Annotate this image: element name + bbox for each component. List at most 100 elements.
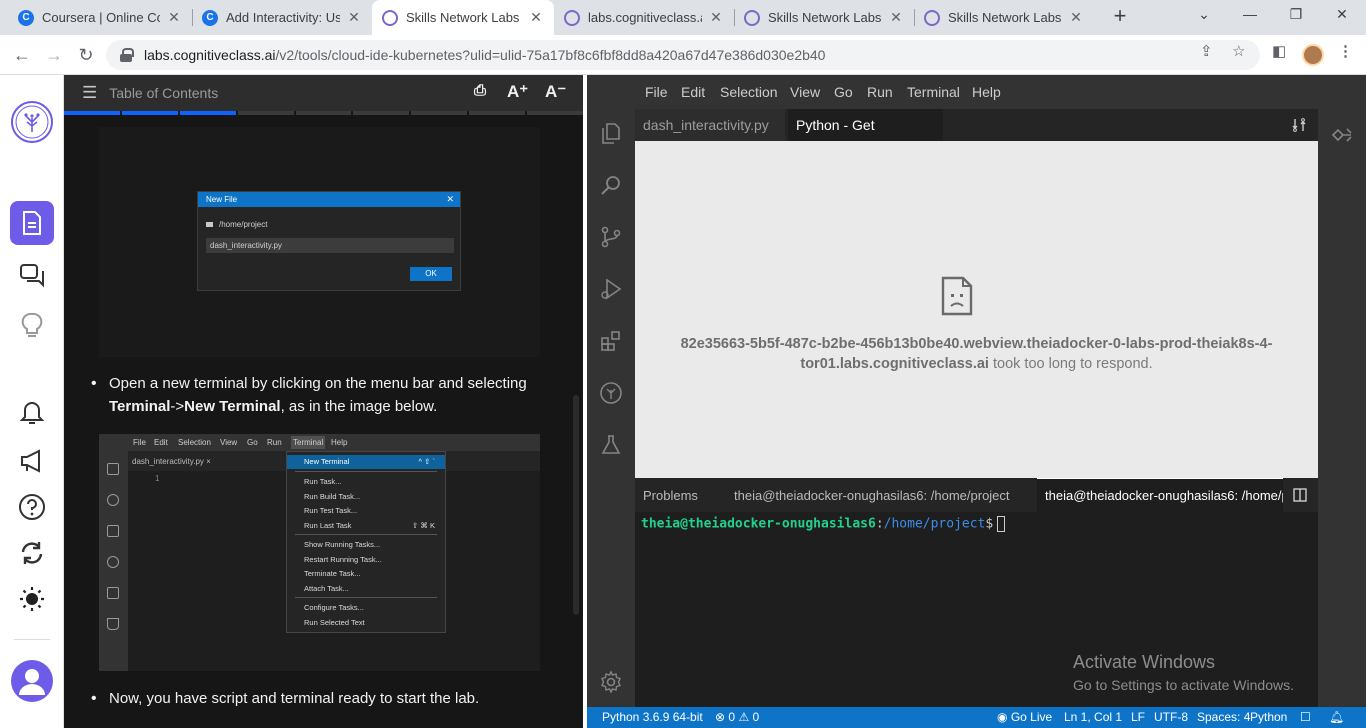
- lightbulb-icon[interactable]: [12, 306, 52, 346]
- search-icon[interactable]: [599, 173, 623, 197]
- menu-terminal[interactable]: Terminal: [907, 84, 960, 100]
- forward-arrow-icon[interactable]: →: [42, 43, 66, 67]
- refresh-sync-icon[interactable]: [12, 533, 52, 573]
- close-icon[interactable]: ✕: [1068, 9, 1084, 26]
- settings-gear-icon[interactable]: [599, 670, 623, 694]
- new-file-screenshot: New File ✕ /home/project dash_interactiv…: [99, 127, 540, 357]
- menu-help[interactable]: Help: [972, 84, 1001, 100]
- theia-ide: File Edit Selection View Go Run Terminal Help d…: [587, 75, 1366, 728]
- theme-sun-icon[interactable]: [12, 579, 52, 619]
- browser-tab-skills-network[interactable]: Skills Network Labs ✕: [734, 0, 914, 35]
- feedback-icon[interactable]: ☐: [1300, 710, 1311, 724]
- font-increase-button[interactable]: A⁺: [507, 82, 528, 102]
- reload-icon[interactable]: ↻: [74, 43, 98, 67]
- ide-right-sidebar: [1318, 109, 1366, 707]
- outline-view-icon[interactable]: [1330, 123, 1354, 147]
- progress-segment: [179, 111, 236, 115]
- user-avatar-icon[interactable]: [10, 659, 54, 703]
- editor-tab-dash-interactivity[interactable]: dash_interactivity.py: [635, 109, 785, 141]
- toggle-preview-icon[interactable]: [1291, 117, 1307, 133]
- profile-avatar[interactable]: [1302, 44, 1324, 66]
- new-tab-button[interactable]: +: [1108, 3, 1132, 29]
- explorer-files-icon[interactable]: [599, 121, 623, 145]
- screenshot-menu-item: Run Test Task...: [287, 504, 445, 518]
- table-of-contents-label[interactable]: Table of Contents: [109, 85, 218, 101]
- python-interpreter[interactable]: Python 3.6.9 64-bit: [602, 710, 703, 724]
- screenshot-menu-bar: File Edit Selection View Go Run Terminal Help: [99, 434, 540, 451]
- activate-windows-watermark: Activate Windows Go to Settings to activ…: [1073, 652, 1294, 693]
- menu-item-label: Run Test Task...: [304, 506, 358, 515]
- lab-flask-icon: [107, 618, 119, 630]
- browser-tab-title: Skills Network Labs: [768, 10, 882, 25]
- bookmark-star-icon[interactable]: ☆: [1232, 42, 1245, 60]
- skills-network-toolbox-icon[interactable]: [599, 381, 623, 405]
- progress-segment: [295, 111, 352, 115]
- tab-problems[interactable]: Problems: [643, 488, 698, 503]
- tab-search-icon[interactable]: ⌄: [1194, 6, 1214, 23]
- browser-tab-coursera[interactable]: C Coursera | Online Cou ✕: [8, 0, 192, 35]
- split-terminal-icon[interactable]: [1293, 488, 1307, 502]
- help-question-icon[interactable]: [12, 487, 52, 527]
- tab-terminal-2-active[interactable]: theia@theiadocker-onughasilas6: /home/pr…: [1037, 478, 1283, 512]
- terminal-cursor: [997, 516, 1006, 532]
- editor-tab-label: dash_interactivity.py: [643, 117, 769, 133]
- minimize-icon[interactable]: —: [1240, 6, 1260, 22]
- menu-edit[interactable]: Edit: [681, 84, 705, 100]
- font-decrease-button[interactable]: A⁻: [545, 82, 566, 102]
- instruction-step-ready: Now, you have script and terminal ready …: [91, 687, 549, 710]
- file-encoding[interactable]: UTF-8: [1154, 710, 1188, 724]
- menu-item-label: Run Build Task...: [304, 491, 361, 501]
- chat-icon[interactable]: [12, 255, 52, 295]
- editor-tab-python-get-started[interactable]: Python - Get Started×: [788, 109, 943, 165]
- close-icon[interactable]: ✕: [166, 9, 182, 26]
- print-icon[interactable]: ⎙: [474, 82, 486, 99]
- close-window-icon[interactable]: ✕: [1332, 6, 1352, 23]
- close-icon[interactable]: ✕: [708, 9, 724, 26]
- hamburger-menu-icon[interactable]: ☰: [82, 83, 97, 103]
- source-control-icon[interactable]: [599, 225, 623, 249]
- run-debug-icon[interactable]: [599, 277, 623, 301]
- lab-flask-icon[interactable]: [599, 433, 623, 457]
- browser-tab-add-interactivity[interactable]: C Add Interactivity: User ✕: [192, 0, 372, 35]
- restore-icon[interactable]: ❐: [1286, 6, 1306, 23]
- share-icon[interactable]: ⇪: [1200, 42, 1213, 60]
- close-icon[interactable]: ✕: [346, 9, 362, 26]
- tab-terminal-1[interactable]: theia@theiadocker-onughasilas6: /home/pr…: [734, 488, 1024, 503]
- extensions-icon[interactable]: [599, 329, 623, 353]
- browser-toolbar: ← → ↻ labs.cognitiveclass.ai/v2/tools/cl…: [0, 35, 1366, 75]
- notifications-bell-icon[interactable]: 🔔︎: [1329, 710, 1344, 724]
- skills-network-logo-icon[interactable]: [9, 99, 55, 145]
- menu-run[interactable]: Run: [867, 84, 893, 100]
- instructions-panel: ☰ Table of Contents ⎙ A⁺ A⁻ New File ✕ /…: [64, 75, 583, 728]
- progress-segment: [411, 111, 468, 115]
- close-icon: ×: [206, 457, 211, 466]
- indentation[interactable]: Spaces: 4: [1197, 710, 1250, 724]
- ide-activity-bar: [587, 109, 635, 707]
- instructions-scrollbar[interactable]: [573, 395, 579, 615]
- browser-tab-skills-network-active[interactable]: Skills Network Labs ✕: [372, 0, 554, 35]
- screenshot-menu-item: Show Running Tasks...: [287, 538, 445, 552]
- go-live-button[interactable]: ◉ Go Live: [997, 710, 1052, 724]
- menu-view[interactable]: View: [790, 84, 820, 100]
- instructions-icon[interactable]: [10, 201, 54, 245]
- terminal-prompt: theia@theiadocker-onughasilas6:/home/pro…: [641, 516, 1006, 532]
- skills-network-favicon-icon: [564, 9, 580, 26]
- notifications-bell-icon[interactable]: [12, 393, 52, 433]
- close-icon[interactable]: ✕: [888, 9, 904, 26]
- browser-tab-skills-network[interactable]: Skills Network Labs ✕: [914, 0, 1094, 35]
- more-menu-icon[interactable]: ⋮: [1338, 42, 1353, 60]
- sad-page-icon: [941, 276, 973, 316]
- language-mode[interactable]: Python: [1250, 710, 1287, 724]
- side-panel-icon[interactable]: ◧: [1272, 42, 1286, 60]
- address-bar[interactable]: labs.cognitiveclass.ai/v2/tools/cloud-id…: [106, 40, 1260, 70]
- menu-file[interactable]: File: [645, 84, 668, 100]
- menu-selection[interactable]: Selection: [720, 84, 778, 100]
- problems-count[interactable]: ⊗ 0 ⚠ 0: [715, 710, 759, 724]
- announcements-megaphone-icon[interactable]: [12, 441, 52, 481]
- line-ending[interactable]: LF: [1131, 710, 1145, 724]
- menu-go[interactable]: Go: [834, 84, 853, 100]
- close-icon[interactable]: ✕: [528, 9, 544, 26]
- browser-tab-labs-url[interactable]: labs.cognitiveclass.ai/ ✕: [554, 0, 734, 35]
- cursor-position[interactable]: Ln 1, Col 1: [1064, 710, 1122, 724]
- back-arrow-icon[interactable]: ←: [10, 43, 34, 67]
